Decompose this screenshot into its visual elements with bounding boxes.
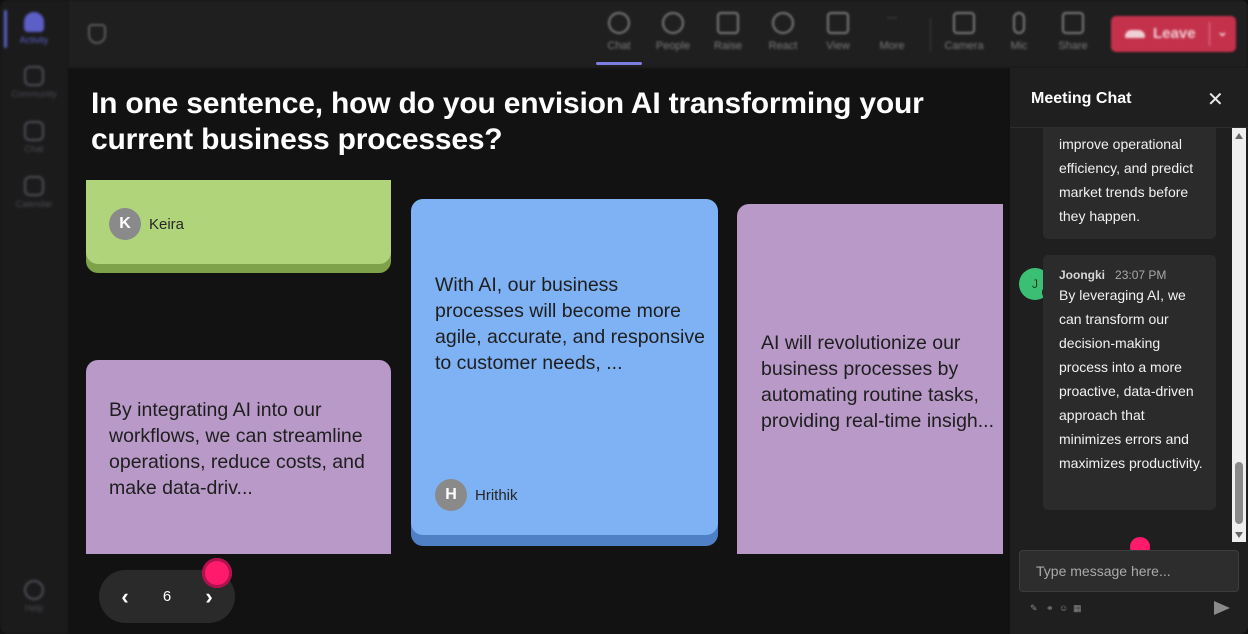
rail-item-label: Calendar bbox=[15, 199, 53, 209]
chat-message-input[interactable]: Type message here... bbox=[1019, 550, 1239, 592]
input-placeholder: Type message here... bbox=[1036, 563, 1171, 579]
toolbar-label: Chat bbox=[607, 40, 631, 52]
board-question: In one sentence, how do you envision AI … bbox=[91, 87, 924, 156]
response-card[interactable]: With AI, our business processes will bec… bbox=[411, 199, 718, 546]
page-number: 6 bbox=[162, 588, 172, 605]
response-card[interactable]: K Keira bbox=[86, 180, 391, 273]
toolbar-view-button[interactable]: View bbox=[813, 12, 863, 52]
chat-icon bbox=[608, 12, 630, 34]
chat-title: Meeting Chat bbox=[1031, 90, 1132, 107]
attach-icon[interactable]: ⚭ bbox=[1046, 603, 1054, 614]
toolbar-label: People bbox=[655, 40, 691, 52]
toolbar-people-button[interactable]: People bbox=[648, 12, 698, 52]
response-card[interactable]: AI will revolutionize our business proce… bbox=[737, 204, 1003, 554]
people-icon bbox=[662, 12, 684, 34]
response-card[interactable]: By integrating AI into our workflows, we… bbox=[86, 360, 391, 554]
avatar: K bbox=[109, 208, 141, 240]
message-text: improve operational efficiency, and pred… bbox=[1059, 136, 1194, 224]
chat-message: improve operational efficiency, and pred… bbox=[1043, 128, 1216, 239]
message-sender: Joongki bbox=[1059, 268, 1106, 282]
chat-icon bbox=[24, 121, 44, 141]
help-icon bbox=[24, 580, 44, 600]
message-time: 23:07 PM bbox=[1115, 268, 1167, 282]
card-text: By integrating AI into our workflows, we… bbox=[109, 399, 365, 499]
toolbar-camera-button[interactable]: Camera bbox=[939, 12, 989, 52]
scroll-down-icon[interactable] bbox=[1235, 532, 1243, 538]
toolbar-label: More bbox=[879, 40, 905, 52]
card-author: K Keira bbox=[109, 208, 184, 240]
card-text: With AI, our business processes will bec… bbox=[435, 274, 705, 374]
hang-up-icon bbox=[1125, 30, 1145, 38]
meeting-app: Activity Community Chat Calendar Help Ch… bbox=[0, 0, 1248, 634]
toolbar-chat-button[interactable]: Chat bbox=[594, 12, 644, 52]
rail-item-community[interactable]: Community bbox=[0, 66, 68, 99]
rail-item-calendar[interactable]: Calendar bbox=[0, 176, 68, 209]
bell-icon bbox=[24, 12, 44, 32]
community-icon bbox=[24, 66, 44, 86]
toolbar-divider bbox=[930, 18, 931, 52]
shield-icon bbox=[88, 24, 106, 44]
author-name: Hrithik bbox=[475, 486, 518, 504]
chevron-left-icon[interactable]: ‹ bbox=[115, 584, 135, 610]
gif-icon[interactable]: ▦ bbox=[1073, 603, 1082, 614]
rail-item-label: Community bbox=[11, 89, 57, 99]
toolbar-share-button[interactable]: Share bbox=[1048, 12, 1098, 52]
mic-icon bbox=[1013, 12, 1025, 34]
meeting-toolbar: Chat People Raise React View ··· More Ca… bbox=[68, 0, 1248, 68]
toolbar-label: React bbox=[768, 40, 798, 52]
avatar: H bbox=[435, 479, 467, 511]
rail-item-activity[interactable]: Activity bbox=[0, 12, 68, 45]
chat-tab-indicator bbox=[596, 62, 642, 65]
react-icon bbox=[772, 12, 794, 34]
toolbar-label: View bbox=[826, 40, 850, 52]
camera-off-icon bbox=[953, 12, 975, 34]
format-icon[interactable]: ✎ bbox=[1030, 603, 1038, 614]
click-indicator bbox=[202, 558, 232, 588]
calendar-icon bbox=[24, 176, 44, 196]
view-grid-icon bbox=[827, 12, 849, 34]
leave-divider bbox=[1209, 22, 1210, 46]
more-icon: ··· bbox=[886, 12, 898, 24]
leave-button[interactable]: Leave ⌄ bbox=[1111, 16, 1236, 52]
send-icon[interactable] bbox=[1214, 601, 1230, 615]
rail-item-chat[interactable]: Chat bbox=[0, 121, 68, 154]
toolbar-more-button[interactable]: ··· More bbox=[867, 12, 917, 52]
rail-item-help[interactable]: Help bbox=[0, 580, 68, 613]
share-icon bbox=[1062, 12, 1084, 34]
author-name: Keira bbox=[149, 215, 185, 233]
left-rail: Activity Community Chat Calendar Help bbox=[0, 0, 68, 634]
toolbar-label: Raise bbox=[713, 40, 743, 52]
leave-label: Leave bbox=[1153, 25, 1196, 42]
rail-item-label: Chat bbox=[24, 144, 44, 154]
toolbar-mic-button[interactable]: Mic bbox=[994, 12, 1044, 52]
toolbar-label: Share bbox=[1058, 40, 1088, 52]
toolbar-raise-button[interactable]: Raise bbox=[703, 12, 753, 52]
rail-item-label: Activity bbox=[19, 35, 49, 45]
chevron-down-icon[interactable]: ⌄ bbox=[1217, 24, 1228, 40]
toolbar-label: Camera bbox=[944, 40, 984, 52]
message-text: By leveraging AI, we can transform our d… bbox=[1059, 287, 1203, 471]
scroll-up-icon[interactable] bbox=[1235, 133, 1243, 139]
toolbar-react-button[interactable]: React bbox=[758, 12, 808, 52]
chat-header: Meeting Chat ✕ bbox=[1010, 68, 1248, 128]
scrollbar-thumb[interactable] bbox=[1235, 462, 1243, 524]
chat-message: Joongki 23:07 PM By leveraging AI, we can… bbox=[1043, 255, 1216, 510]
emoji-icon[interactable]: ☺ bbox=[1059, 603, 1068, 613]
card-text: AI will revolutionize our business proce… bbox=[761, 332, 995, 432]
rail-item-label: Help bbox=[24, 603, 44, 613]
raise-hand-icon bbox=[717, 12, 739, 34]
card-author: H Hrithik bbox=[435, 479, 518, 511]
close-icon[interactable]: ✕ bbox=[1207, 87, 1224, 112]
toolbar-label: Mic bbox=[1010, 40, 1028, 52]
